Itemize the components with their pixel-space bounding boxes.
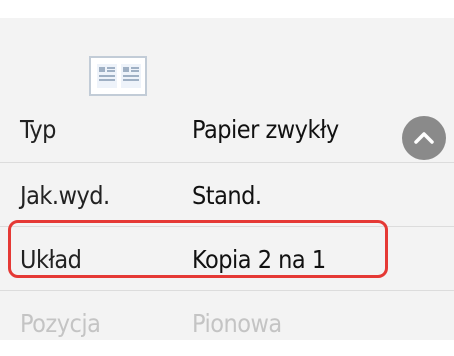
scroll-up-button[interactable] [402,116,446,160]
setting-row-quality[interactable]: Jak.wyd. Stand. [0,164,454,228]
setting-label-type: Typ [20,115,56,144]
setting-label-quality: Jak.wyd. [20,181,110,210]
setting-value-quality: Stand. [192,181,262,210]
row-divider [0,162,454,163]
selected-row-highlight [8,220,388,278]
layout-page-right [121,64,141,88]
two-on-one-layout-icon [89,56,147,96]
setting-row-orientation: Pozycja Pionowa [0,292,454,356]
setting-label-orientation: Pozycja [20,309,101,338]
setting-value-orientation: Pionowa [192,309,282,338]
layout-page-left [97,64,117,88]
chevron-up-icon [414,132,434,144]
setting-value-type: Papier zwykły [192,115,339,144]
row-divider [0,290,454,291]
setting-row-type[interactable]: Typ Papier zwykły [0,98,454,162]
